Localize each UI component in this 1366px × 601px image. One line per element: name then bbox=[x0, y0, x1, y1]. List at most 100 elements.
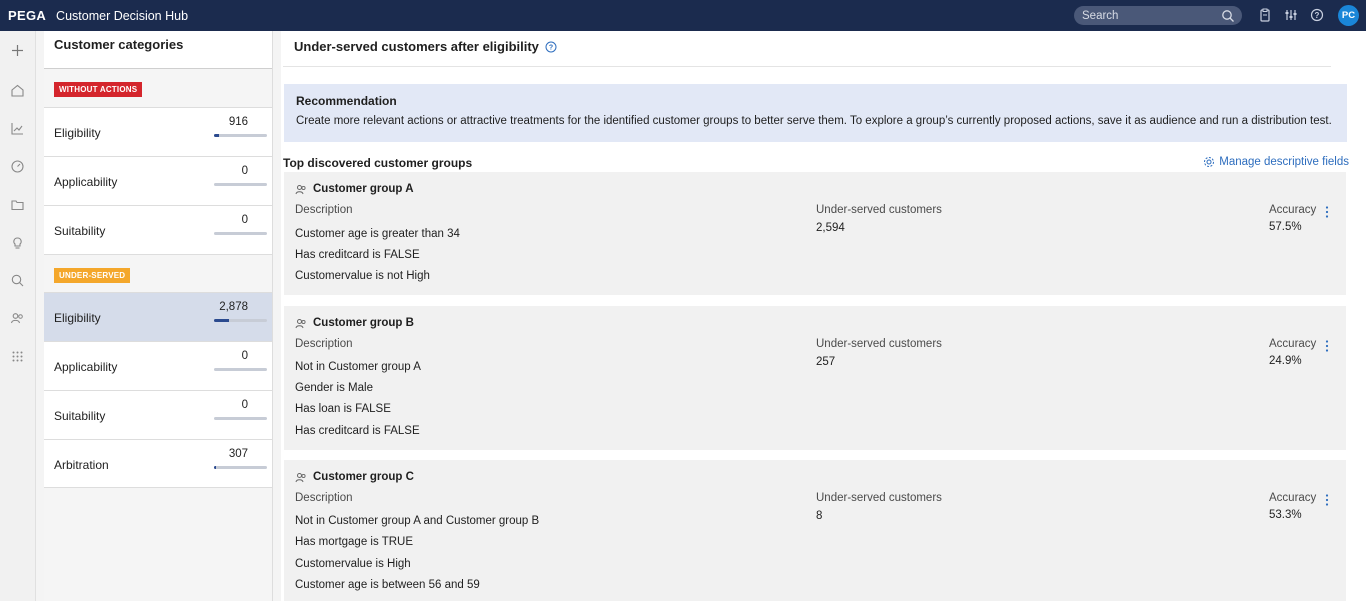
sliders-icon[interactable] bbox=[1284, 8, 1298, 22]
criterion: Has creditcard is FALSE bbox=[295, 425, 420, 437]
customer-categories-panel: Customer categories WITHOUT ACTIONS Elig… bbox=[44, 31, 273, 601]
under-served-value: 8 bbox=[816, 510, 823, 522]
recommendation-text: Create more relevant actions or attracti… bbox=[296, 115, 1332, 127]
people-icon bbox=[295, 472, 306, 482]
under-served-badge: UNDER-SERVED bbox=[54, 268, 131, 283]
criterion: Has loan is FALSE bbox=[295, 403, 391, 415]
category-item-applicability-underserved[interactable]: Applicability 0 bbox=[44, 341, 272, 390]
under-served-label: Under-served customers bbox=[816, 204, 942, 216]
category-label: Applicability bbox=[54, 175, 118, 189]
folder-icon[interactable] bbox=[10, 197, 25, 212]
category-label: Applicability bbox=[54, 360, 118, 374]
criterion: Not in Customer group A bbox=[295, 361, 421, 373]
plus-icon[interactable] bbox=[10, 43, 25, 58]
category-count: 0 bbox=[241, 350, 248, 362]
search-icon[interactable] bbox=[1220, 8, 1236, 24]
category-item-applicability[interactable]: Applicability 0 bbox=[44, 156, 272, 205]
description-label: Description bbox=[295, 204, 353, 216]
category-progress-bar bbox=[214, 232, 267, 235]
gear-icon bbox=[1204, 157, 1215, 167]
category-progress-bar bbox=[214, 183, 267, 186]
main-content: Under-served customers after eligibility… bbox=[281, 31, 1366, 601]
search-analysis-icon[interactable] bbox=[10, 273, 25, 288]
group-name-text: Customer group A bbox=[313, 183, 414, 195]
group-name-text: Customer group C bbox=[313, 471, 414, 483]
svg-text:?: ? bbox=[549, 44, 553, 51]
under-served-value: 2,594 bbox=[816, 222, 845, 234]
app-title: Customer Decision Hub bbox=[56, 8, 189, 23]
category-count: 916 bbox=[228, 116, 248, 128]
criterion: Customervalue is not High bbox=[295, 270, 430, 282]
help-icon[interactable]: ? bbox=[1310, 8, 1324, 22]
recommendation-title: Recommendation bbox=[296, 94, 397, 108]
more-options-icon[interactable] bbox=[1323, 493, 1331, 507]
page-title: Under-served customers after eligibility… bbox=[294, 39, 557, 54]
group-name: Customer group B bbox=[295, 317, 414, 329]
group-name: Customer group C bbox=[295, 471, 414, 483]
category-label: Suitability bbox=[54, 409, 106, 423]
help-icon[interactable]: ? bbox=[545, 41, 557, 53]
accuracy-label: Accuracy bbox=[1269, 338, 1317, 350]
manage-descriptive-fields-link[interactable]: Manage descriptive fields bbox=[1203, 156, 1349, 168]
category-progress-bar bbox=[214, 417, 267, 420]
accuracy-value: 53.3% bbox=[1269, 509, 1302, 521]
under-served-value: 257 bbox=[816, 356, 836, 368]
clipboard-icon[interactable] bbox=[1258, 8, 1272, 22]
under-served-label: Under-served customers bbox=[816, 338, 942, 350]
people-icon bbox=[295, 184, 306, 194]
group-name: Customer group A bbox=[295, 183, 414, 195]
without-actions-badge: WITHOUT ACTIONS bbox=[54, 82, 143, 97]
criterion: Gender is Male bbox=[295, 382, 373, 394]
category-count: 307 bbox=[228, 448, 248, 460]
criterion: Customer age is between 56 and 59 bbox=[295, 579, 480, 591]
chart-icon[interactable] bbox=[10, 121, 25, 136]
category-progress-bar bbox=[214, 466, 267, 469]
category-item-eligibility[interactable]: Eligibility 916 bbox=[44, 107, 272, 156]
recommendation-box: Recommendation Create more relevant acti… bbox=[284, 84, 1347, 142]
category-count: 0 bbox=[241, 399, 248, 411]
criterion: Customervalue is High bbox=[295, 558, 411, 570]
dial-icon[interactable] bbox=[10, 159, 25, 174]
customer-group-card: Customer group C Description Not in Cust… bbox=[284, 460, 1346, 601]
more-options-icon[interactable] bbox=[1323, 205, 1331, 219]
category-label: Suitability bbox=[54, 224, 106, 238]
search-placeholder: Search bbox=[1082, 9, 1119, 22]
criterion: Not in Customer group A and Customer gro… bbox=[295, 515, 540, 527]
group-name-text: Customer group B bbox=[313, 317, 414, 329]
page-title-text: Under-served customers after eligibility bbox=[294, 39, 539, 54]
accuracy-value: 57.5% bbox=[1269, 221, 1302, 233]
people-icon[interactable] bbox=[10, 311, 25, 326]
criterion: Has creditcard is FALSE bbox=[295, 249, 420, 261]
divider bbox=[283, 66, 1331, 67]
category-label: Eligibility bbox=[54, 311, 101, 325]
people-icon bbox=[295, 318, 306, 328]
description-label: Description bbox=[295, 338, 353, 350]
customer-group-card: Customer group B Description Not in Cust… bbox=[284, 306, 1346, 450]
more-options-icon[interactable] bbox=[1323, 339, 1331, 353]
pega-logo[interactable]: PEGA bbox=[8, 8, 46, 23]
category-progress-bar bbox=[214, 134, 267, 137]
panel-title: Customer categories bbox=[44, 31, 272, 69]
avatar[interactable]: PC bbox=[1338, 5, 1359, 26]
description-label: Description bbox=[295, 492, 353, 504]
home-icon[interactable] bbox=[10, 83, 25, 98]
lightbulb-icon[interactable] bbox=[10, 235, 25, 250]
accuracy-value: 24.9% bbox=[1269, 355, 1302, 367]
category-count: 2,878 bbox=[219, 301, 248, 313]
category-item-arbitration[interactable]: Arbitration 307 bbox=[44, 439, 272, 488]
category-progress-bar bbox=[214, 368, 267, 371]
criterion: Customer age is greater than 34 bbox=[295, 228, 460, 240]
category-item-suitability-underserved[interactable]: Suitability 0 bbox=[44, 390, 272, 439]
section-without-actions: WITHOUT ACTIONS bbox=[44, 69, 272, 107]
category-label: Arbitration bbox=[54, 458, 109, 472]
accuracy-label: Accuracy bbox=[1269, 204, 1317, 216]
grid-icon[interactable] bbox=[10, 349, 25, 364]
customer-group-card: Customer group A Description Customer ag… bbox=[284, 172, 1346, 295]
search-input[interactable]: Search bbox=[1074, 6, 1242, 25]
category-progress-bar bbox=[214, 319, 267, 322]
category-item-eligibility-underserved[interactable]: Eligibility 2,878 bbox=[44, 292, 272, 341]
category-item-suitability[interactable]: Suitability 0 bbox=[44, 205, 272, 254]
criterion: Has mortgage is TRUE bbox=[295, 536, 414, 548]
category-label: Eligibility bbox=[54, 126, 101, 140]
category-count: 0 bbox=[241, 214, 248, 226]
